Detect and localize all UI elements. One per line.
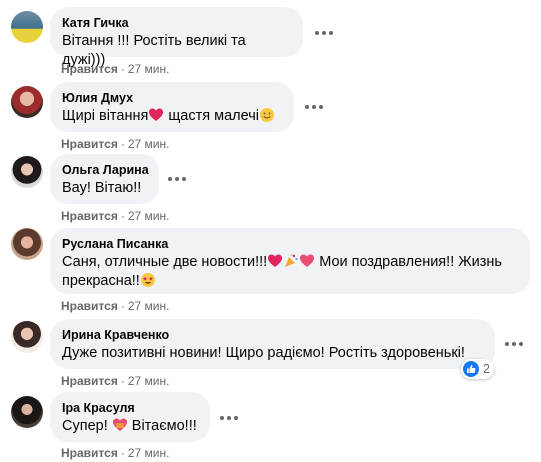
comment-author[interactable]: Руслана Писанка bbox=[62, 236, 518, 252]
timestamp[interactable]: 27 мин. bbox=[128, 299, 170, 313]
star-struck-emoji bbox=[140, 273, 155, 287]
reaction-count[interactable]: 2 bbox=[461, 359, 494, 379]
like-link[interactable]: Нравится bbox=[61, 299, 118, 313]
comment-meta: Нравится · 27 мин. bbox=[61, 62, 170, 76]
comment-author[interactable]: Ольга Ларина bbox=[62, 162, 149, 178]
timestamp[interactable]: 27 мин. bbox=[128, 62, 170, 76]
avatar[interactable] bbox=[11, 11, 43, 43]
comment-text: Вау! Вітаю!! bbox=[62, 180, 142, 196]
party-emoji bbox=[285, 254, 298, 267]
comment-bubble: Руслана Писанка Саня, отличные две новос… bbox=[50, 228, 530, 294]
comment-author[interactable]: Катя Гичка bbox=[62, 15, 291, 31]
comment-text: Супер! Вітаємо!!! bbox=[62, 418, 197, 434]
comment-bubble: Ольга Ларина Вау! Вітаю!! bbox=[50, 154, 159, 204]
comment-author[interactable]: Юлия Дмух bbox=[62, 90, 282, 106]
timestamp[interactable]: 27 мин. bbox=[128, 209, 170, 223]
timestamp[interactable]: 27 мин. bbox=[128, 374, 170, 388]
comment-meta: Нравится · 27 мин. bbox=[61, 374, 170, 388]
comment-text: Саня, отличные две новости!!! Мои поздра… bbox=[62, 254, 502, 289]
like-link[interactable]: Нравится bbox=[61, 209, 118, 223]
comment-author[interactable]: Іра Красуля bbox=[62, 400, 198, 416]
timestamp[interactable]: 27 мин. bbox=[128, 137, 170, 151]
reaction-count-text: 2 bbox=[483, 362, 490, 376]
more-options-icon[interactable] bbox=[215, 404, 243, 432]
comment-meta: Нравится · 27 мин. bbox=[61, 446, 170, 460]
more-options-icon[interactable] bbox=[300, 93, 328, 121]
comment-text: Щирі вітання щастя малечі bbox=[62, 107, 282, 126]
smile-emoji bbox=[260, 108, 274, 122]
more-options-icon[interactable] bbox=[163, 165, 191, 193]
comment-meta: Нравится · 27 мин. bbox=[61, 299, 170, 313]
more-options-icon[interactable] bbox=[500, 330, 528, 358]
comment-text: Дуже позитивні новини! Щиро радіємо! Рос… bbox=[62, 345, 465, 361]
avatar[interactable] bbox=[11, 156, 43, 188]
avatar[interactable] bbox=[11, 228, 43, 260]
heart-emoji bbox=[112, 418, 127, 431]
avatar[interactable] bbox=[11, 321, 43, 353]
comment-bubble: Іра Красуля Супер! Вітаємо!!! bbox=[50, 392, 210, 442]
heart-emoji bbox=[149, 108, 164, 121]
comment-meta: Нравится · 27 мин. bbox=[61, 137, 170, 151]
heart-emoji bbox=[268, 254, 283, 267]
comment-author[interactable]: Ирина Кравченко bbox=[62, 327, 483, 343]
like-link[interactable]: Нравится bbox=[61, 374, 118, 388]
comment-meta: Нравится · 27 мин. bbox=[61, 209, 170, 223]
heart-emoji bbox=[300, 254, 315, 267]
timestamp[interactable]: 27 мин. bbox=[128, 446, 170, 460]
avatar[interactable] bbox=[11, 86, 43, 118]
more-options-icon[interactable] bbox=[310, 19, 338, 47]
like-link[interactable]: Нравится bbox=[61, 446, 118, 460]
like-reaction-icon bbox=[463, 361, 479, 377]
comment-bubble: Ирина Кравченко Дуже позитивні новини! Щ… bbox=[50, 319, 495, 369]
comment-bubble: Юлия Дмух Щирі вітання щастя малечі bbox=[50, 82, 294, 132]
avatar[interactable] bbox=[11, 396, 43, 428]
comment-bubble: Катя Гичка Вітання !!! Ростіть великі та… bbox=[50, 7, 303, 68]
like-link[interactable]: Нравится bbox=[61, 137, 118, 151]
like-link[interactable]: Нравится bbox=[61, 62, 118, 76]
